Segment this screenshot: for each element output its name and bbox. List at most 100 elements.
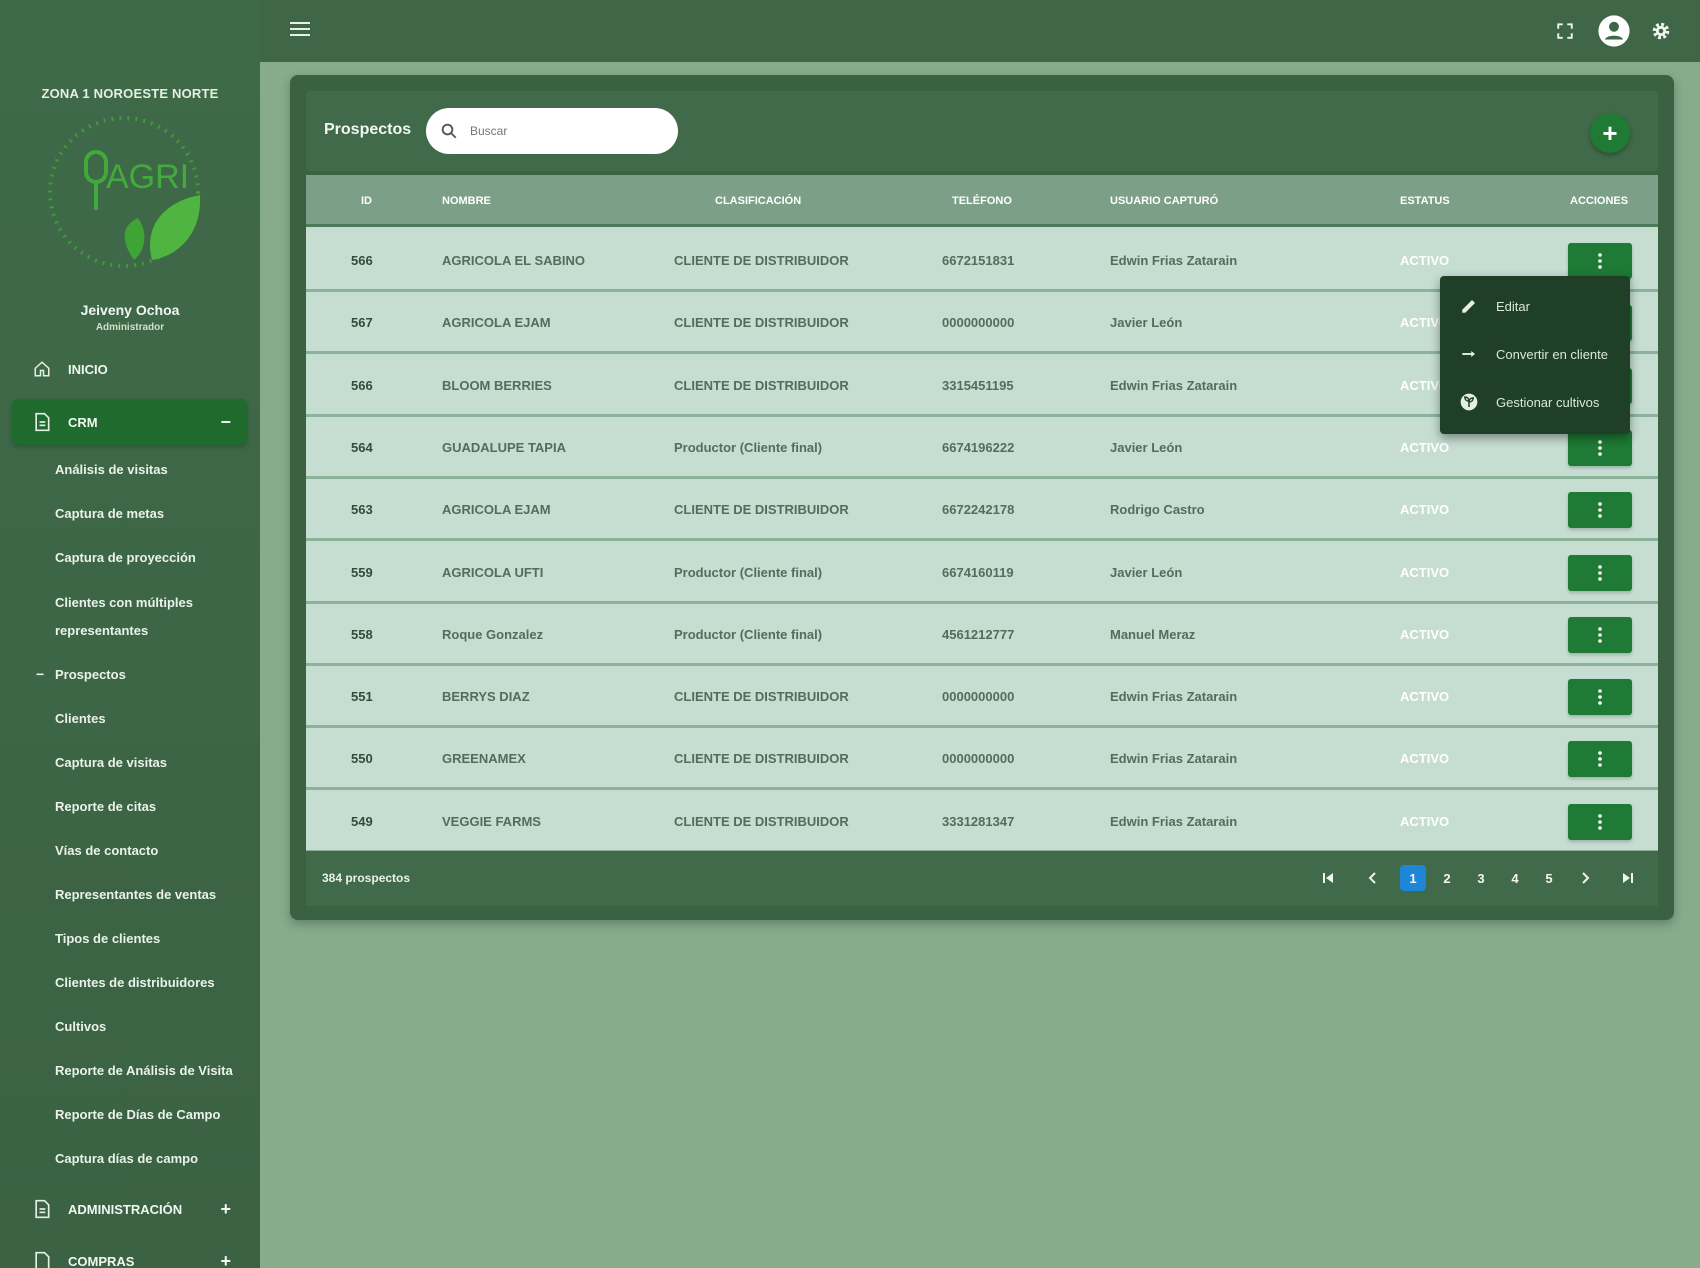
page-5[interactable]: 5 xyxy=(1536,865,1562,891)
cell-nombre: GREENAMEX xyxy=(442,751,526,767)
cell-clasificacion: Productor (Cliente final) xyxy=(674,439,823,455)
header-id[interactable]: ID xyxy=(361,195,372,207)
nav-crm[interactable]: CRM − xyxy=(12,399,247,445)
expand-icon[interactable]: + xyxy=(220,1251,231,1268)
nav-administracion[interactable]: ADMINISTRACIÓN + xyxy=(12,1186,247,1232)
document-icon xyxy=(32,1199,52,1219)
sprout-icon xyxy=(1458,391,1480,413)
page-3[interactable]: 3 xyxy=(1468,865,1494,891)
table-row: 563 AGRICOLA EJAM CLIENTE DE DISTRIBUIDOR 6… xyxy=(306,479,1658,542)
top-bar xyxy=(260,0,1700,62)
cell-id: 559 xyxy=(351,564,373,580)
nav-representantes-ventas[interactable]: Representantes de ventas xyxy=(55,881,255,909)
next-page-icon[interactable] xyxy=(1574,865,1598,891)
nav-captura-visitas[interactable]: Captura de visitas xyxy=(55,749,255,777)
header-acciones: ACCIONES xyxy=(1570,195,1629,207)
header-nombre[interactable]: NOMBRE xyxy=(442,195,491,207)
prev-page-icon[interactable] xyxy=(1360,865,1384,891)
cell-clasificacion: CLIENTE DE DISTRIBUIDOR xyxy=(674,751,849,767)
page-1[interactable]: 1 xyxy=(1400,865,1426,891)
first-page-icon[interactable] xyxy=(1316,865,1340,891)
search-box[interactable] xyxy=(426,108,678,154)
fullscreen-icon[interactable] xyxy=(1550,16,1580,46)
cell-nombre: AGRICOLA UFTI xyxy=(442,564,544,580)
nav-clientes-multiples-line2[interactable]: representantes xyxy=(55,617,255,645)
hamburger-icon[interactable] xyxy=(290,22,310,40)
row-actions-button[interactable] xyxy=(1568,554,1632,591)
last-page-icon[interactable] xyxy=(1616,865,1640,891)
account-circle-icon[interactable] xyxy=(1596,13,1632,49)
cell-estatus: ACTIVO xyxy=(1400,751,1450,767)
cell-estatus: ACTIVO xyxy=(1400,689,1450,705)
nav-cultivos[interactable]: Cultivos xyxy=(55,1013,255,1041)
cell-usuario: Edwin Frias Zatarain xyxy=(1110,689,1238,705)
page-title: Prospectos xyxy=(324,121,412,138)
cell-usuario: Javier León xyxy=(1110,315,1183,331)
nav-reporte-citas[interactable]: Reporte de citas xyxy=(55,793,255,821)
nav-vias-contacto[interactable]: Vías de contacto xyxy=(55,837,255,865)
cell-telefono: 3315451195 xyxy=(942,377,1014,393)
cell-clasificacion: CLIENTE DE DISTRIBUIDOR xyxy=(674,813,849,829)
nav-reporte-dias-campo[interactable]: Reporte de Días de Campo xyxy=(55,1101,255,1129)
header-usuario[interactable]: USUARIO CAPTURÓ xyxy=(1110,195,1218,207)
cell-telefono: 0000000000 xyxy=(942,751,1015,767)
table-row: 550 GREENAMEX CLIENTE DE DISTRIBUIDOR 00000… xyxy=(306,728,1658,791)
more-vertical-icon xyxy=(1598,253,1602,269)
cell-id: 564 xyxy=(351,439,373,455)
cell-nombre: BERRYS DIAZ xyxy=(442,689,530,705)
row-actions-button[interactable] xyxy=(1568,492,1632,529)
cell-id: 551 xyxy=(351,689,373,705)
nav-tipos-clientes[interactable]: Tipos de clientes xyxy=(55,925,255,953)
nav-prospectos[interactable]: Prospectos xyxy=(55,661,255,689)
user-name: Jeiveny Ochoa xyxy=(80,302,180,318)
cell-nombre: AGRICOLA EJAM xyxy=(442,502,551,518)
gear-icon[interactable] xyxy=(1646,16,1676,46)
more-vertical-icon xyxy=(1598,626,1602,643)
row-actions-button[interactable] xyxy=(1568,679,1632,716)
row-actions-button[interactable] xyxy=(1568,616,1632,653)
cell-nombre: AGRICOLA EJAM xyxy=(442,315,551,331)
prospectos-dash-icon: − xyxy=(36,666,45,682)
row-actions-button[interactable] xyxy=(1568,243,1632,279)
cell-nombre: VEGGIE FARMS xyxy=(442,813,541,829)
nav-reporte-analisis-visita[interactable]: Reporte de Análisis de Visita xyxy=(55,1057,255,1085)
cell-telefono: 6672151831 xyxy=(942,253,1015,268)
cell-clasificacion: Productor (Cliente final) xyxy=(674,564,823,580)
page-4[interactable]: 4 xyxy=(1502,865,1528,891)
header-telefono[interactable]: TELÉFONO xyxy=(952,195,1012,207)
more-vertical-icon xyxy=(1598,502,1602,518)
nav-analisis-visitas[interactable]: Análisis de visitas xyxy=(55,456,255,484)
menu-item-editar[interactable]: Editar xyxy=(1440,282,1630,330)
cell-estatus: ACTIVO xyxy=(1400,813,1450,829)
menu-item-editar-label: Editar xyxy=(1496,298,1530,314)
page-2[interactable]: 2 xyxy=(1434,865,1460,891)
nav-clientes-distribuidores[interactable]: Clientes de distribuidores xyxy=(55,969,255,997)
nav-inicio[interactable]: INICIO xyxy=(12,346,247,392)
add-prospecto-button[interactable]: + xyxy=(1590,113,1630,153)
nav-captura-dias-campo[interactable]: Captura días de campo xyxy=(55,1145,255,1173)
row-actions-button[interactable] xyxy=(1568,803,1632,840)
expand-icon[interactable]: + xyxy=(220,1199,231,1220)
nav-captura-proyeccion[interactable]: Captura de proyección xyxy=(55,544,255,572)
collapse-icon[interactable]: − xyxy=(220,412,231,433)
more-vertical-icon xyxy=(1598,813,1602,830)
table-row: 559 AGRICOLA UFTI Productor (Cliente final… xyxy=(306,541,1658,604)
nav-clientes[interactable]: Clientes xyxy=(55,705,255,733)
pencil-icon xyxy=(1458,295,1480,317)
row-actions-button[interactable] xyxy=(1568,429,1632,466)
header-clasificacion[interactable]: CLASIFICACIÓN xyxy=(715,195,801,207)
cell-estatus: ACTIVO xyxy=(1400,626,1450,642)
nav-clientes-multiples[interactable]: Clientes con múltiples xyxy=(55,589,255,617)
cell-clasificacion: Productor (Cliente final) xyxy=(674,626,823,642)
nav-captura-metas[interactable]: Captura de metas xyxy=(55,500,255,528)
cell-usuario: Edwin Frias Zatarain xyxy=(1110,813,1238,829)
menu-item-convertir[interactable]: Convertir en cliente xyxy=(1440,330,1630,378)
cell-id: 566 xyxy=(351,377,373,393)
row-actions-button[interactable] xyxy=(1568,741,1632,778)
menu-item-gestionar[interactable]: Gestionar cultivos xyxy=(1440,378,1630,426)
search-input[interactable] xyxy=(470,124,650,138)
cell-clasificacion: CLIENTE DE DISTRIBUIDOR xyxy=(674,689,849,705)
cell-telefono: 6674196222 xyxy=(942,439,1015,455)
header-estatus[interactable]: ESTATUS xyxy=(1400,195,1450,207)
nav-compras[interactable]: COMPRAS + xyxy=(12,1238,247,1268)
